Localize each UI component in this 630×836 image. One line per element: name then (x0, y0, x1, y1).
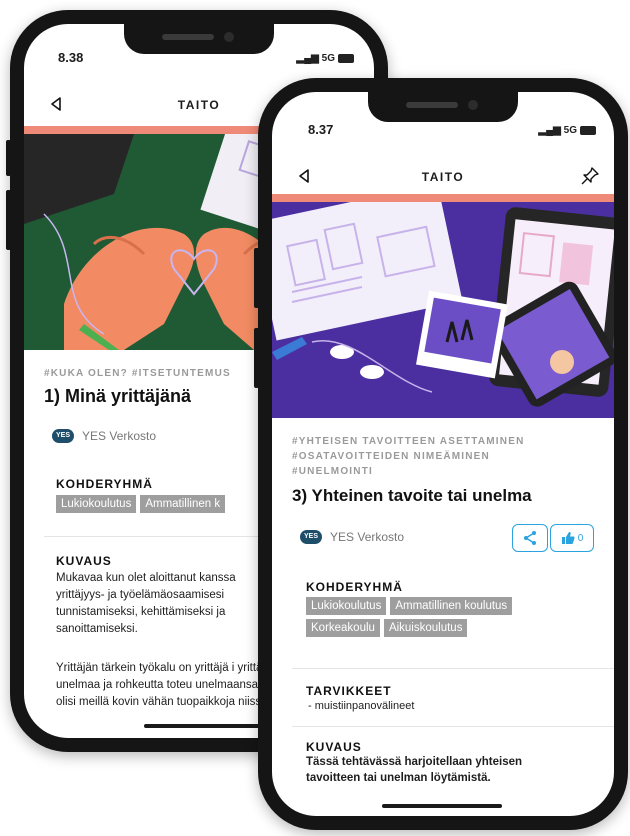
side-button (6, 190, 11, 250)
author-name: YES Verkosto (82, 429, 157, 443)
chip-aikuiskoulutus[interactable]: Aikuiskoulutus (383, 619, 468, 637)
like-count: 0 (577, 532, 584, 544)
side-button (6, 140, 11, 176)
status-signal: ▂▄▆ 5G (538, 125, 596, 136)
share-icon (524, 531, 536, 545)
hero-image (272, 202, 614, 418)
battery-icon (580, 125, 596, 135)
description-paragraph-2: Yrittäjän tärkein työkalu on yrittäjä i … (56, 662, 278, 708)
target-group-heading: KOHDERYHMÄ (56, 477, 153, 491)
chip-korkeakoulu[interactable]: Korkeakoulu (306, 619, 380, 637)
target-group-chips: Lukiokoulutus Ammatillinen koulutus Kork… (306, 597, 586, 637)
author-row[interactable]: YES YES Verkosto (300, 530, 404, 544)
card-title: 1) Minä yrittäjänä (44, 386, 192, 406)
share-button[interactable] (512, 524, 548, 552)
accent-bar (272, 194, 614, 202)
status-signal: ▂▄▆ 5G (296, 53, 354, 64)
target-group-heading: KOHDERYHMÄ (306, 580, 403, 594)
like-button[interactable]: 0 (550, 524, 594, 552)
notch (124, 24, 274, 54)
app-title: TAITO (421, 170, 465, 184)
app-bar: TAITO (272, 158, 614, 198)
tags: #YHTEISEN TAVOITTEEN ASETTAMINEN #OSATAV… (292, 434, 525, 479)
front-screen: 8.37 ▂▄▆ 5G TAITO #YHTEISEN TAVOITTEEN A… (272, 92, 614, 816)
supplies-item: - muistiinpanovälineet (308, 700, 415, 712)
home-indicator (382, 804, 502, 808)
tag-subgoals[interactable]: #OSATAVOITTEIDEN NIMEÄMINEN (292, 449, 525, 464)
tags: #KUKA OLEN? #ITSETUNTEMUS (44, 368, 231, 379)
divider (292, 668, 614, 669)
author-row[interactable]: YES YES Verkosto (52, 429, 156, 443)
side-button (254, 328, 259, 388)
network-label: 5G (563, 125, 577, 136)
author-name: YES Verkosto (330, 530, 405, 544)
notch (368, 92, 518, 122)
description-paragraph-1: Mukavaa kun olet aloittanut kanssa yritt… (56, 572, 236, 635)
tag-goal-setting[interactable]: #YHTEISEN TAVOITTEEN ASETTAMINEN (292, 434, 525, 449)
status-time: 8.38 (58, 50, 84, 65)
yes-logo: YES (300, 530, 322, 544)
battery-icon (338, 53, 354, 63)
home-indicator (144, 724, 264, 728)
front-phone: 8.37 ▂▄▆ 5G TAITO #YHTEISEN TAVOITTEEN A… (254, 78, 628, 830)
chip-ammatillinen[interactable]: Ammatillinen k (140, 495, 226, 513)
card-title: 3) Yhteinen tavoite tai unelma (292, 486, 532, 505)
description-heading: KUVAUS (56, 554, 112, 568)
chip-ammatillinen-koulutus[interactable]: Ammatillinen koulutus (390, 597, 513, 615)
status-time: 8.37 (308, 122, 334, 137)
description-heading: KUVAUS (306, 740, 362, 754)
description-text: Tässä tehtävässä harjoitellaan yhteisen … (306, 756, 523, 784)
chip-lukiokoulutus[interactable]: Lukiokoulutus (56, 495, 137, 513)
divider (292, 726, 614, 727)
goal-board-illustration (272, 202, 614, 418)
supplies-heading: TARVIKKEET (306, 684, 392, 698)
network-label: 5G (321, 53, 335, 64)
thumbs-up-icon (561, 532, 575, 544)
chip-lukiokoulutus[interactable]: Lukiokoulutus (306, 597, 387, 615)
tag-dreaming[interactable]: #UNELMOINTI (292, 464, 525, 479)
pin-icon[interactable] (580, 166, 600, 186)
side-button (254, 248, 259, 308)
yes-logo: YES (52, 429, 74, 443)
